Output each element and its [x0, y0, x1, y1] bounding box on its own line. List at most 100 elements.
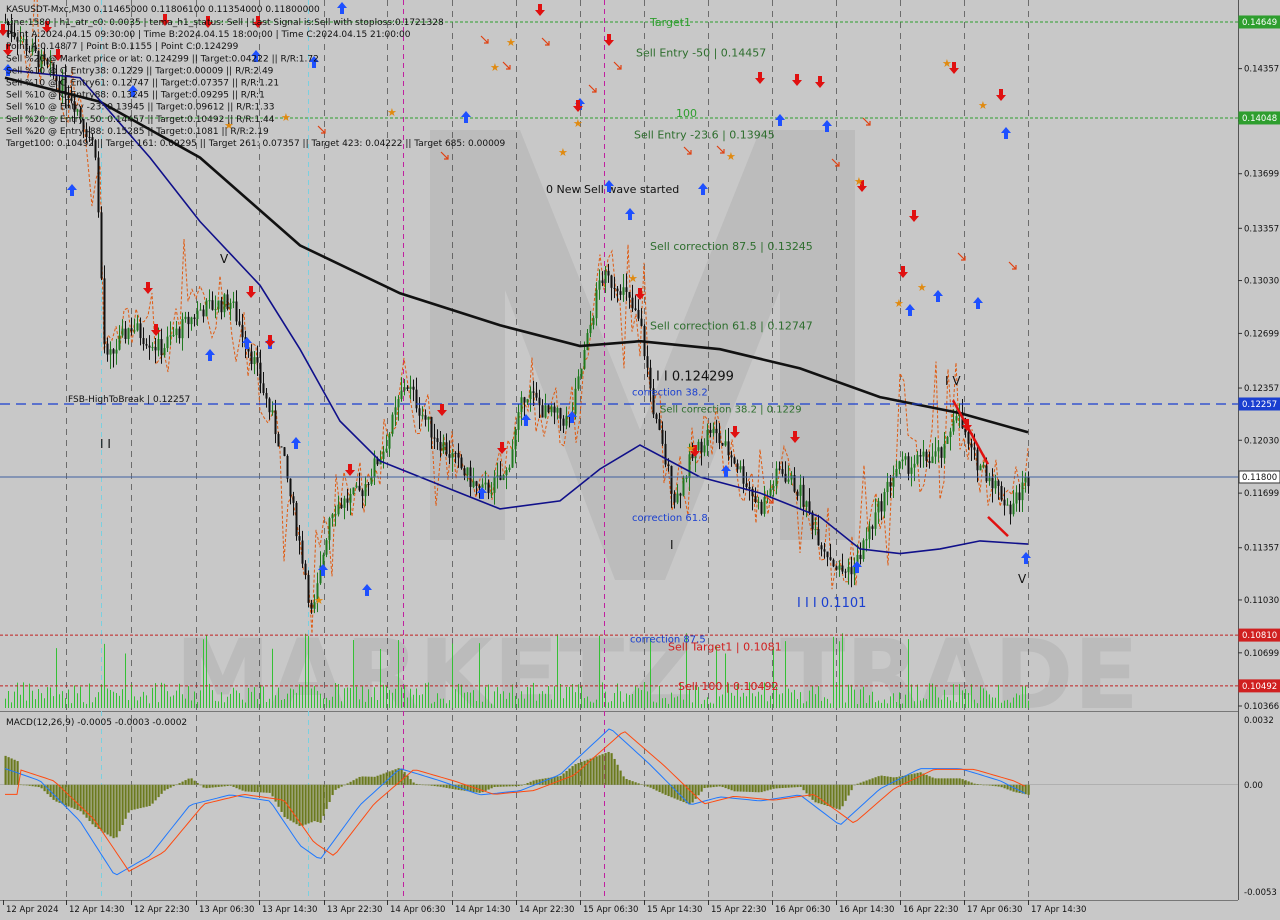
candle-body [361, 490, 364, 497]
macd-histogram-bar [997, 784, 1000, 787]
macd-histogram-bar [736, 784, 739, 792]
candle-body [667, 464, 670, 466]
candle-body [175, 328, 178, 336]
candle-body [118, 335, 121, 350]
macd-histogram-bar [544, 778, 547, 785]
macd-histogram-bar [262, 784, 265, 793]
macd-histogram-bar [127, 784, 130, 813]
macd-histogram-bar [865, 780, 868, 785]
macd-histogram-bar [955, 778, 958, 785]
macd-histogram-bar [883, 776, 886, 785]
macd-histogram-bar [862, 781, 865, 785]
candle-body [172, 335, 175, 337]
macd-histogram-bar [814, 784, 817, 803]
macd-histogram-bar [76, 784, 79, 811]
macd-histogram-bar [754, 784, 757, 793]
candle-body [928, 460, 931, 464]
macd-histogram-bar [34, 784, 37, 787]
candle-body [370, 477, 373, 485]
candle-body [508, 467, 511, 471]
macd-histogram-bar [781, 784, 784, 789]
pivot-marker: I [670, 538, 674, 552]
candle-body [598, 280, 601, 290]
macd-histogram-bar [874, 777, 877, 785]
macd-histogram-bar [775, 784, 778, 789]
candle-body [1024, 477, 1027, 483]
candle-body [340, 504, 343, 508]
candle-body [970, 443, 973, 448]
candle-body [874, 512, 877, 529]
level-price-label: 0.14649 [1242, 18, 1277, 28]
macd-histogram-bar [631, 781, 634, 785]
candle-body [808, 501, 811, 513]
candle-body [352, 487, 355, 495]
star-marker-icon: ★ [558, 146, 568, 159]
macd-histogram-bar [439, 784, 442, 787]
macd-histogram-bar [946, 778, 949, 785]
macd-histogram-bar [556, 776, 559, 785]
star-marker-icon: ★ [942, 57, 952, 70]
macd-histogram-bar [370, 776, 373, 785]
price-chart: MARKETZ TRADE Target1Sell Entry -50 | 0.… [0, 0, 1280, 915]
candle-body [211, 300, 214, 310]
macd-histogram-bar [373, 776, 376, 785]
info-line: Target100: 0.10492 || Target 161: 0.0929… [5, 139, 506, 149]
candle-body [934, 451, 937, 457]
candle-body [154, 347, 157, 351]
macd-histogram-bar [229, 784, 232, 786]
macd-histogram-bar [301, 784, 304, 826]
macd-histogram-bar [943, 778, 946, 785]
candle-body [676, 493, 679, 503]
macd-histogram-bar [988, 784, 991, 786]
candle-body [910, 467, 913, 474]
macd-histogram-bar [343, 784, 346, 786]
macd-histogram-bar [832, 784, 835, 808]
macd-histogram-bar [619, 770, 622, 785]
macd-histogram-bar [271, 784, 274, 797]
candle-body [685, 477, 688, 479]
candle-body [490, 492, 493, 494]
info-line: Point A:2024.04.15 09:30:00 | Time B:202… [6, 30, 411, 40]
level-price-label: 0.12257 [1242, 400, 1277, 410]
macd-histogram-bar [364, 776, 367, 785]
level-annotation: Sell correction 87.5 | 0.13245 [650, 240, 813, 253]
star-marker-icon: ★ [314, 594, 324, 607]
candle-body [991, 477, 994, 489]
candle-body [328, 518, 331, 541]
candle-body [607, 270, 610, 276]
candle-body [451, 452, 454, 458]
macd-histogram-bar [730, 784, 733, 791]
candle-body [274, 410, 277, 435]
macd-histogram-bar [523, 784, 526, 785]
star-marker-icon: ★ [281, 111, 291, 124]
candle-body [337, 504, 340, 515]
candle-body [427, 416, 430, 420]
candle-body [550, 406, 553, 413]
macd-histogram-bar [1018, 784, 1021, 794]
macd-histogram-bar [688, 784, 691, 805]
candle-body [826, 551, 829, 558]
candle-body [868, 526, 871, 540]
macd-histogram-bar [400, 768, 403, 785]
macd-histogram-bar [970, 782, 973, 785]
candle-body [982, 465, 985, 467]
level-annotation: Sell correction 61.8 | 0.12747 [650, 320, 813, 333]
macd-histogram-bar [718, 784, 721, 787]
level-annotation: 100 [676, 107, 697, 120]
candle-body [1021, 482, 1024, 501]
macd-histogram-bar [160, 784, 163, 794]
candle-body [562, 418, 565, 426]
macd-histogram-bar [613, 758, 616, 785]
macd-histogram-bar [304, 784, 307, 825]
macd-histogram-bar [700, 784, 703, 792]
macd-histogram-bar [319, 784, 322, 823]
candle-body [805, 501, 808, 507]
time-tick-label: 14 Apr 06:30 [390, 905, 445, 915]
macd-histogram-bar [637, 783, 640, 785]
macd-histogram-bar [292, 784, 295, 823]
candle-body [700, 441, 703, 453]
macd-histogram-bar [769, 784, 772, 790]
candle-body [889, 481, 892, 487]
level-price-label: 0.10810 [1242, 631, 1277, 641]
candle-body [187, 316, 190, 325]
